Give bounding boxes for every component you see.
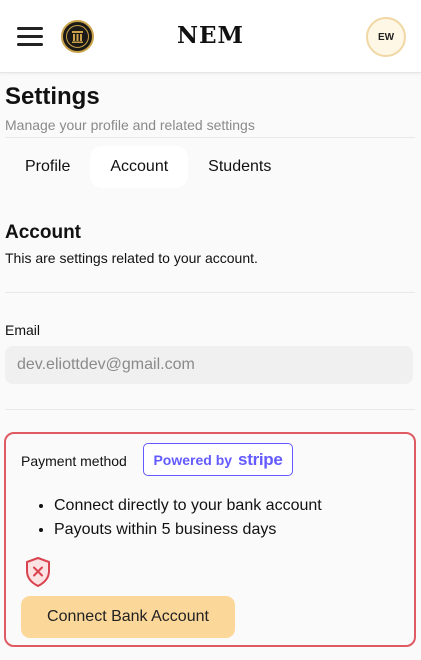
page-title: Settings [5,83,100,110]
email-field[interactable] [5,346,413,384]
divider [5,292,415,293]
list-item: Connect directly to your bank account [54,494,322,518]
shield-x-icon [24,556,52,588]
divider [5,137,415,138]
payment-method-label: Payment method [21,453,127,469]
brand-title: NEM [176,22,244,49]
tab-students[interactable]: Students [188,146,291,188]
payment-method-card: Payment method Powered by stripe Connect… [4,432,416,647]
account-section-title: Account [5,222,81,243]
divider [5,409,415,410]
list-item: Payouts within 5 business days [54,518,322,542]
connect-bank-account-button[interactable]: Connect Bank Account [21,596,235,638]
payment-features-list: Connect directly to your bank account Pa… [54,494,322,542]
tab-account[interactable]: Account [90,146,189,188]
top-header: NEM EW [0,0,421,73]
user-avatar[interactable]: EW [366,17,406,57]
email-label: Email [5,322,41,338]
stripe-logo: stripe [238,449,283,469]
powered-by-stripe-badge[interactable]: Powered by stripe [143,443,293,476]
page-subtitle: Manage your profile and related settings [5,117,255,133]
tab-profile[interactable]: Profile [5,146,90,188]
account-section-description: This are settings related to your accoun… [5,250,258,266]
settings-tabs: Profile Account Students [5,146,291,188]
stripe-badge-prefix: Powered by [153,451,233,468]
